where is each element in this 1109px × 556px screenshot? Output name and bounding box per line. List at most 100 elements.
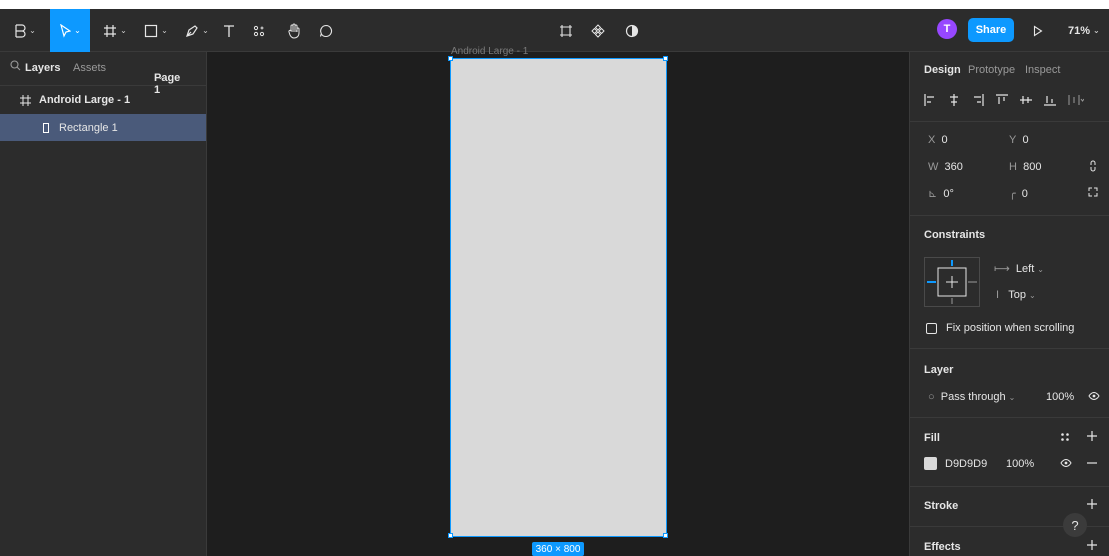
divider [910,348,1109,349]
rectangle-icon [145,24,158,37]
style-grid-icon[interactable] [1060,432,1070,442]
rotation-field[interactable]: ⊾ 0° [928,187,954,200]
layer-row-rectangle[interactable]: Rectangle 1 [0,114,206,141]
resize-handle-top-left[interactable] [448,56,453,61]
canvas[interactable]: Android Large - 1 360 × 800 [207,46,909,556]
layer-name: Rectangle 1 [59,121,118,134]
hand-tool-button[interactable] [282,9,306,52]
alignment-toolbar [924,94,1099,108]
rotation-value: 0° [943,188,954,200]
move-tool-button[interactable]: ⌄ [50,9,90,52]
fix-position-label: Fix position when scrolling [946,322,1075,334]
independent-corners-icon[interactable] [1088,187,1098,197]
h-value: 800 [1023,161,1042,173]
mask-button[interactable] [622,9,642,52]
constrain-proportions-icon[interactable] [1089,160,1097,172]
add-stroke-icon[interactable] [1086,498,1098,510]
y-value: 0 [1022,134,1029,146]
comment-icon [319,24,332,37]
add-effect-icon[interactable] [1086,539,1098,551]
size-badge: 360 × 800 [532,542,584,556]
resize-handle-bottom-left[interactable] [448,533,453,538]
y-label: Y [1009,134,1017,146]
align-left-icon[interactable] [924,94,936,106]
tab-design[interactable]: Design [924,64,961,76]
tab-inspect[interactable]: Inspect [1025,64,1060,76]
text-icon [224,24,234,37]
chevron-down-icon: ⌄ [202,26,209,35]
resources-button[interactable] [246,9,272,52]
chevron-down-icon: ⌄ [161,26,168,35]
frame-tool-button[interactable]: ⌄ [96,9,134,52]
chevron-down-icon: ⌄ [1028,291,1036,300]
resize-handle-top-right[interactable] [663,56,668,61]
crop-button[interactable] [556,9,576,52]
tab-prototype[interactable]: Prototype [968,64,1015,76]
layer-title: Layer [924,364,954,376]
align-center-h-icon[interactable] [948,94,960,106]
blend-mode-icon: ○ [928,391,935,403]
eye-icon[interactable] [1060,458,1072,468]
add-fill-icon[interactable] [1086,430,1098,442]
component-icon [591,23,605,38]
radius-value: 0 [1021,188,1028,200]
main-menu-button[interactable]: ⌄ [6,9,44,52]
blend-mode-dropdown[interactable]: ○ Pass through ⌄ [928,391,1015,403]
selected-rectangle[interactable] [450,58,667,537]
align-top-icon[interactable] [996,94,1008,106]
resize-handle-bottom-right[interactable] [663,533,668,538]
divider [910,121,1109,122]
w-field[interactable]: W 360 [928,161,963,173]
help-button[interactable]: ? [1063,513,1087,537]
tab-assets[interactable]: Assets [73,62,106,74]
align-right-icon[interactable] [972,94,984,106]
divider [910,417,1109,418]
x-label: X [928,134,936,146]
pen-icon [186,24,198,37]
create-component-button[interactable] [588,9,608,52]
corner-radius-field[interactable]: ╭ 0 [1009,187,1028,200]
shape-tool-button[interactable]: ⌄ [137,9,175,52]
stroke-title: Stroke [924,500,959,512]
chevron-down-icon: ⌄ [29,26,36,35]
vertical-constraint-dropdown[interactable]: I Top ⌄ [996,289,1036,301]
frame-selection-icon [560,24,572,37]
properties-panel: Design Prototype Inspect X 0 Y 0 W 360 H… [909,52,1109,556]
fill-hex-field[interactable]: D9D9D9 [945,458,987,470]
horizontal-constraint-dropdown[interactable]: ⟼ Left ⌄ [994,262,1044,275]
layer-name: Android Large - 1 [39,94,131,106]
x-field[interactable]: X 0 [928,134,948,146]
components-grid-icon [253,25,265,36]
zoom-value: 71% [1068,24,1091,37]
h-field[interactable]: H 800 [1009,161,1041,173]
search-icon[interactable] [10,60,21,74]
frame-icon [104,24,117,37]
left-panel-tabs: Layers Assets Page 1 ⌄ [0,52,206,96]
pen-tool-button[interactable]: ⌄ [178,9,216,52]
chevron-down-icon: ⌄ [74,26,81,35]
avatar[interactable]: T [937,19,957,39]
constraints-widget[interactable] [924,257,980,307]
divider [910,215,1109,216]
remove-fill-icon[interactable] [1086,458,1098,468]
share-button[interactable]: Share [968,18,1014,42]
checkbox-icon [926,322,937,334]
zoom-dropdown[interactable]: 71% ⌄ [1068,9,1100,52]
layer-row-frame[interactable]: Android Large - 1 [0,86,206,114]
text-tool-button[interactable] [218,9,240,52]
align-center-v-icon[interactable] [1020,94,1032,106]
align-bottom-icon[interactable] [1044,94,1056,106]
tab-layers[interactable]: Layers [25,62,60,74]
distribute-icon[interactable] [1068,94,1084,106]
figma-logo-icon [15,23,26,38]
present-button[interactable] [1030,9,1046,52]
y-field[interactable]: Y 0 [1009,134,1029,146]
layer-opacity-field[interactable]: 100% [1046,391,1074,403]
eye-icon[interactable] [1088,391,1100,401]
comment-tool-button[interactable] [314,9,338,52]
fill-color-swatch[interactable] [924,457,937,470]
rotation-icon: ⊾ [928,188,938,200]
fill-opacity-field[interactable]: 100% [1006,458,1034,470]
fix-position-checkbox[interactable]: Fix position when scrolling [926,322,1074,334]
frame-label[interactable]: Android Large - 1 [451,46,528,57]
